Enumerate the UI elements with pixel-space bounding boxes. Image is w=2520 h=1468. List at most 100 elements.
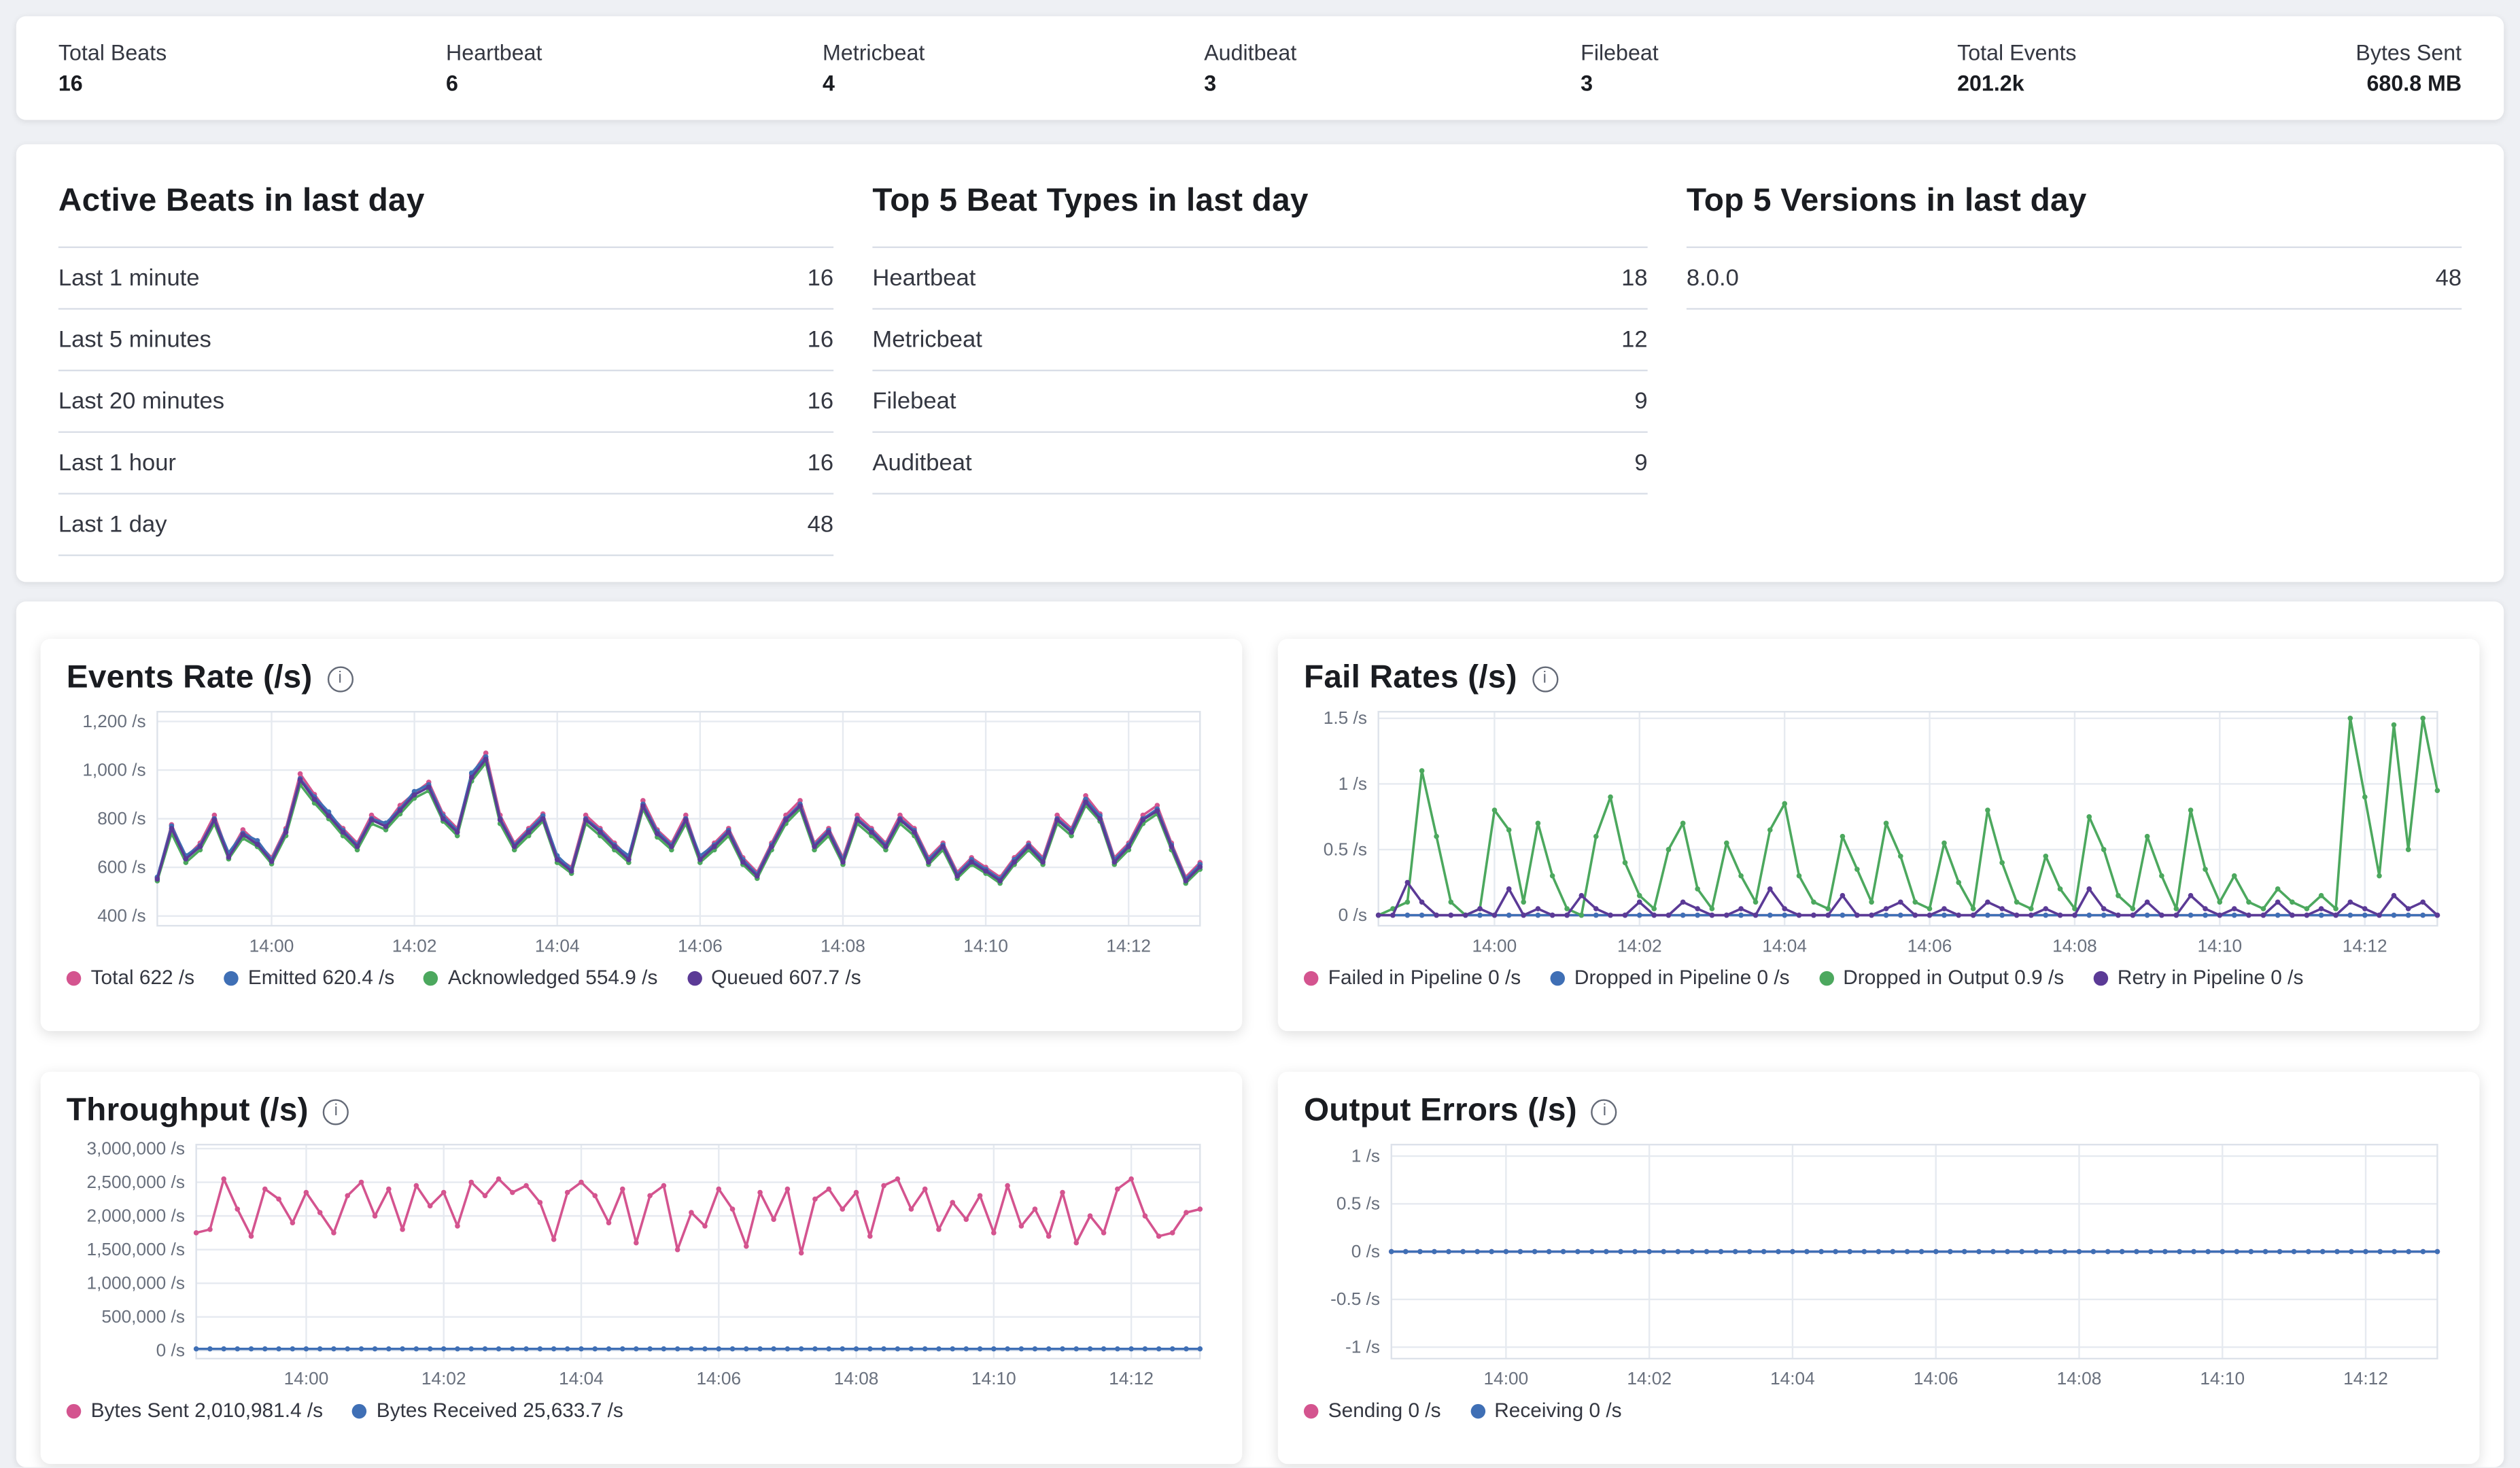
table-row: Metricbeat 12 xyxy=(872,308,1647,370)
table-row: Auditbeat9 xyxy=(872,432,1647,493)
table-row: Last 5 minutes16 xyxy=(58,308,833,370)
chart-title: Fail Rates (/s) xyxy=(1304,660,1517,697)
row-label: Last 1 hour xyxy=(58,450,176,476)
chart-plot-events-rate-s[interactable]: 400 /s600 /s800 /s1,000 /s1,200 /s14:001… xyxy=(67,702,1216,962)
axis-label: 14:00 xyxy=(1472,935,1517,956)
axis-label: 14:10 xyxy=(2200,1368,2245,1388)
legend-dot xyxy=(352,1403,366,1418)
stat-auditbeat: Auditbeat 3 xyxy=(1204,41,1301,96)
axis-label: 1.5 /s xyxy=(1324,707,1367,728)
row-value: 9 xyxy=(1634,450,1647,476)
legend-item-failed-in-pipeline[interactable]: Failed in Pipeline 0 /s xyxy=(1304,966,1521,989)
axis-label: 14:00 xyxy=(249,935,294,956)
axis-label: 500,000 /s xyxy=(101,1306,185,1327)
table-rows: 8.0.0 48 xyxy=(1687,247,2462,310)
axis-label: 3,000,000 /s xyxy=(87,1138,185,1158)
axis-label: 14:06 xyxy=(1908,935,1952,956)
table-active-beats-in-last-day: Active Beats in last dayLast 1 minute16L… xyxy=(58,184,833,550)
legend-label: Total 622 /s xyxy=(91,966,195,989)
table-row: Last 1 hour16 xyxy=(58,432,833,493)
chart-header: Throughput (/s)i xyxy=(67,1093,1216,1130)
axis-label: 2,500,000 /s xyxy=(87,1172,185,1192)
row-label: Filebeat xyxy=(872,388,956,414)
beats-tables-panel: Active Beats in last dayLast 1 minute16L… xyxy=(16,144,2504,582)
stat-total-beats: Total Beats16 xyxy=(58,41,167,96)
axis-label: 0 /s xyxy=(156,1340,185,1361)
stat-label: Heartbeat xyxy=(446,41,543,65)
axis-label: 800 /s xyxy=(97,808,145,828)
legend-item-dropped-in-output[interactable]: Dropped in Output 0.9 /s xyxy=(1818,966,2064,989)
legend-dot xyxy=(1550,971,1564,985)
legend-item-queued[interactable]: Queued 607.7 /s xyxy=(687,966,861,989)
table-rows: Last 1 minute16Last 5 minutes16Last 20 m… xyxy=(58,247,833,557)
chart-plot-fail-rates-s[interactable]: 0 /s0.5 /s1 /s1.5 /s14:0014:0214:0414:06… xyxy=(1304,702,2453,962)
stat-label: Total Beats xyxy=(58,41,167,65)
axis-label: 1,500,000 /s xyxy=(87,1239,185,1259)
row-value: 16 xyxy=(808,265,834,291)
legend-item-bytes-sent[interactable]: Bytes Sent 2,010,981.4 /s xyxy=(67,1399,323,1422)
axis-label: 2,000,000 /s xyxy=(87,1205,185,1225)
legend-item-receiving[interactable]: Receiving 0 /s xyxy=(1470,1399,1621,1422)
chart-title: Output Errors (/s) xyxy=(1304,1093,1577,1130)
axis-label: 14:08 xyxy=(834,1368,879,1388)
legend-label: Bytes Sent 2,010,981.4 /s xyxy=(91,1399,323,1422)
axis-label: 14:10 xyxy=(963,935,1008,956)
plot-frame xyxy=(196,1144,1201,1359)
axis-label: 1,200 /s xyxy=(82,711,145,731)
legend-item-sending[interactable]: Sending 0 /s xyxy=(1304,1399,1441,1422)
legend-dot xyxy=(67,1403,81,1418)
chart-legend: Total 622 /s Emitted 620.4 /s Acknowledged… xyxy=(67,966,1216,989)
axis-label: 0.5 /s xyxy=(1324,839,1367,859)
beats-monitoring-dashboard: Total Beats16Heartbeat6Metricbeat4Auditb… xyxy=(0,0,2520,1467)
row-label: 8.0.0 xyxy=(1687,265,1739,291)
axis-label: 14:02 xyxy=(1617,935,1662,956)
table-row: 8.0.0 48 xyxy=(1687,247,2462,309)
charts-panel: Events Rate (/s)i400 /s600 /s800 /s1,000… xyxy=(16,601,2504,1467)
axis-label: -1 /s xyxy=(1345,1337,1380,1357)
legend-item-dropped-in-pipeline[interactable]: Dropped in Pipeline 0 /s xyxy=(1550,966,1789,989)
info-icon[interactable]: i xyxy=(323,1098,349,1124)
info-icon[interactable]: i xyxy=(327,665,353,691)
legend-item-bytes-received[interactable]: Bytes Received 25,633.7 /s xyxy=(352,1399,623,1422)
axis-label: 0 /s xyxy=(1339,905,1367,925)
chart-plot-throughput-s[interactable]: 0 /s500,000 /s1,000,000 /s1,500,000 /s2,… xyxy=(67,1135,1216,1395)
row-label: Last 20 minutes xyxy=(58,388,224,414)
axis-label: 1 /s xyxy=(1351,1145,1380,1166)
axis-label: 14:04 xyxy=(1762,935,1807,956)
axis-label: 14:04 xyxy=(1770,1368,1815,1388)
legend-item-emitted[interactable]: Emitted 620.4 /s xyxy=(224,966,394,989)
axis-label: 0.5 /s xyxy=(1336,1193,1380,1214)
axis-label: 14:08 xyxy=(2057,1368,2102,1388)
table-top-5-versions-in-last-day: Top 5 Versions in last day8.0.048 xyxy=(1687,184,2462,550)
legend-item-total[interactable]: Total 622 /s xyxy=(67,966,194,989)
chart-header: Fail Rates (/s) i xyxy=(1304,660,2453,697)
legend-dot xyxy=(1470,1403,1484,1418)
stat-value: 3 xyxy=(1204,71,1301,96)
axis-label: 14:08 xyxy=(2052,935,2097,956)
row-value: 48 xyxy=(2436,265,2462,291)
chart-header: Output Errors (/s) i xyxy=(1304,1093,2453,1130)
info-icon[interactable]: i xyxy=(1591,1098,1617,1124)
chart-card-throughput-s: Throughput (/s)i0 /s500,000 /s1,000,000 … xyxy=(41,1072,1243,1464)
row-label: Heartbeat xyxy=(872,265,976,291)
chart-plot-output-errors-s[interactable]: -1 /s-0.5 /s0 /s0.5 /s1 /s14:0014:0214:0… xyxy=(1304,1135,2453,1395)
table-row: Last 1 minute16 xyxy=(58,247,833,309)
table-row: Last 1 day48 xyxy=(58,493,833,555)
axis-label: 0 /s xyxy=(1351,1241,1380,1261)
stat-label: Metricbeat xyxy=(823,41,925,65)
panel-title: Top 5 Beat Types in last day xyxy=(872,184,1647,221)
info-icon[interactable]: i xyxy=(1532,665,1557,691)
legend-item-acknowledged[interactable]: Acknowledged 554.9 /s xyxy=(424,966,657,989)
series-markers-retry-in-pipeline xyxy=(1376,880,2440,918)
row-label: Last 5 minutes xyxy=(58,327,211,353)
chart-legend: Failed in Pipeline 0 /s Dropped in Pipeli… xyxy=(1304,966,2453,989)
stat-label: Auditbeat xyxy=(1204,41,1301,65)
row-label: Last 1 day xyxy=(58,512,167,538)
legend-dot xyxy=(67,971,81,985)
series-markers-dropped-in-output xyxy=(1376,716,2440,917)
row-label: Metricbeat xyxy=(872,327,982,353)
row-value: 12 xyxy=(1621,327,1648,353)
legend-item-retry-in-pipeline[interactable]: Retry in Pipeline 0 /s xyxy=(2093,966,2303,989)
legend-dot xyxy=(424,971,438,985)
stat-label: Filebeat xyxy=(1581,41,1678,65)
